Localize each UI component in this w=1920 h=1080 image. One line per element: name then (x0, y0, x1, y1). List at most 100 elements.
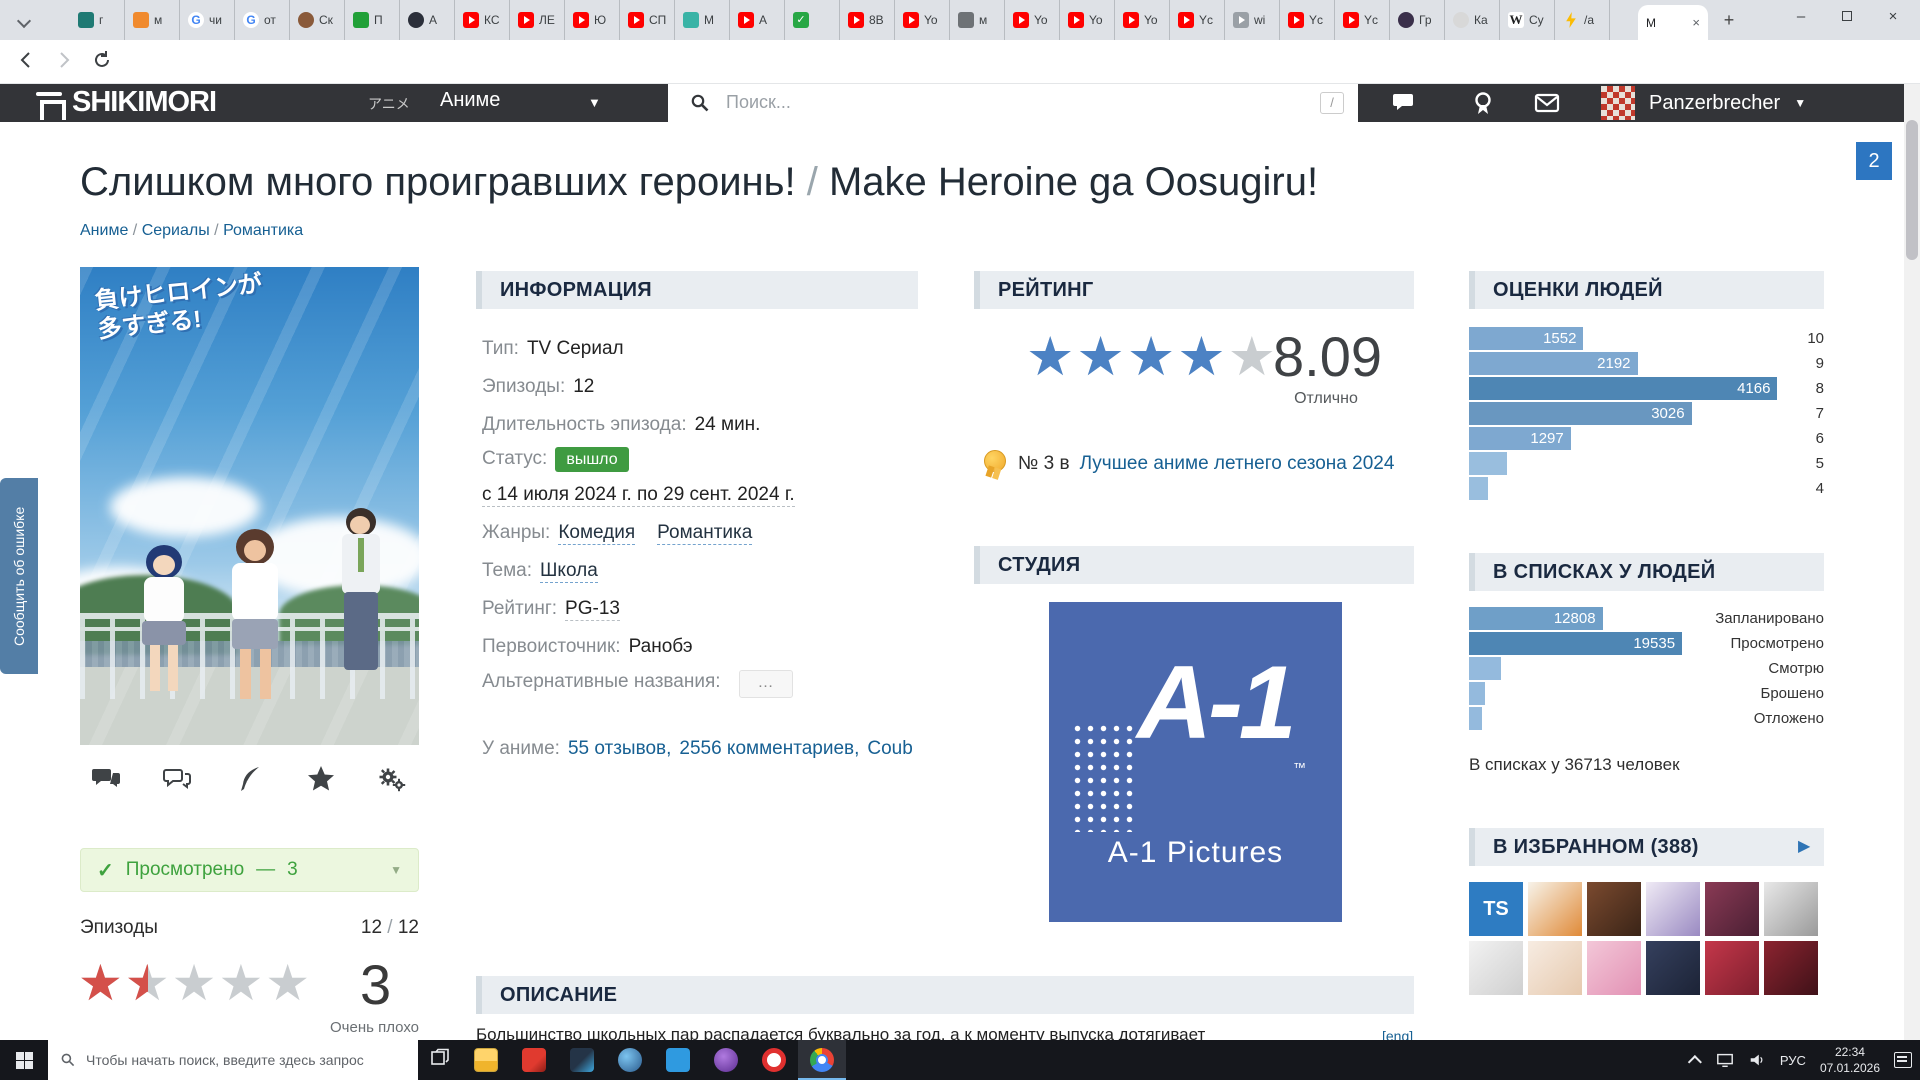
tray-expand-icon[interactable] (1688, 1055, 1702, 1069)
age-rating-value[interactable]: PG-13 (565, 598, 620, 621)
entry-link[interactable]: Coub (867, 738, 912, 759)
scrollbar-thumb[interactable] (1906, 120, 1918, 260)
favorite-user-avatar[interactable] (1587, 882, 1641, 936)
review-quill-icon[interactable] (235, 764, 265, 799)
browser-tab[interactable]: КС (455, 0, 510, 40)
page-scrollbar[interactable] (1904, 84, 1920, 1041)
episodes-current[interactable]: 12 (361, 917, 382, 938)
favorite-user-avatar[interactable] (1528, 882, 1582, 936)
browser-tab[interactable]: м (950, 0, 1005, 40)
tab-search-chevron-icon[interactable] (18, 14, 32, 28)
browser-tab[interactable]: Yo (1005, 0, 1060, 40)
taskbar-search-input[interactable]: Чтобы начать поиск, введите здесь запрос (48, 1040, 418, 1080)
display-icon[interactable] (1716, 1051, 1734, 1069)
start-button[interactable] (0, 1040, 48, 1080)
browser-tab[interactable]: Ка (1445, 0, 1500, 40)
new-tab-button[interactable]: + (1716, 8, 1742, 34)
browser-tab[interactable]: WСу (1500, 0, 1555, 40)
taskbar-app-red[interactable] (510, 1040, 558, 1080)
discussion-outline-icon[interactable] (163, 764, 193, 799)
browser-tab[interactable]: А (730, 0, 785, 40)
browser-tab[interactable]: М (675, 0, 730, 40)
taskbar-app-dark[interactable] (558, 1040, 606, 1080)
taskbar-app-round[interactable] (606, 1040, 654, 1080)
breadcrumb-link[interactable]: Романтика (223, 222, 303, 239)
browser-tab[interactable]: А (400, 0, 455, 40)
site-search-input[interactable]: Поиск... / (668, 84, 1358, 122)
list-status-button[interactable]: ✓ Просмотрено — 3 ▼ (80, 848, 419, 892)
breadcrumb-link[interactable]: Аниме (80, 222, 128, 239)
taskbar-app-chrome-active[interactable] (798, 1040, 846, 1080)
browser-tab[interactable]: Gот (235, 0, 290, 40)
entry-link[interactable]: 55 отзывов, (568, 738, 671, 759)
language-indicator[interactable]: РУС (1780, 1053, 1806, 1068)
browser-tab[interactable]: 8В (840, 0, 895, 40)
browser-tab[interactable]: /а (1555, 0, 1610, 40)
favorite-user-avatar[interactable] (1528, 941, 1582, 995)
browser-tab[interactable]: Yc (1170, 0, 1225, 40)
window-restore-button[interactable] (1824, 0, 1870, 36)
user-rating-stars[interactable]: ★★★★★ ★★★★★ (78, 958, 312, 1008)
browser-tab[interactable]: Ск (290, 0, 345, 40)
taskbar-app-purple[interactable] (702, 1040, 750, 1080)
favorite-user-avatar[interactable] (1646, 941, 1700, 995)
theme-link[interactable]: Школа (540, 560, 598, 583)
taskbar-app-explorer[interactable] (462, 1040, 510, 1080)
browser-tab[interactable]: Гр (1390, 0, 1445, 40)
tab-close-icon[interactable]: × (1692, 15, 1700, 30)
favorite-star-icon[interactable] (306, 764, 336, 799)
browser-tab[interactable]: Gчи (180, 0, 235, 40)
report-error-button[interactable]: Сообщить об ошибке (0, 478, 38, 674)
window-close-button[interactable]: × (1870, 0, 1916, 36)
browser-tab[interactable]: wi (1225, 0, 1280, 40)
browser-tab[interactable]: Yc (1335, 0, 1390, 40)
favorite-user-avatar[interactable] (1764, 941, 1818, 995)
studio-logo[interactable]: A-1 ™ A-1 Pictures (1049, 602, 1342, 922)
nav-anime-menu[interactable]: Аниме (440, 89, 500, 112)
browser-tab[interactable]: Yo (1115, 0, 1170, 40)
browser-tab[interactable]: СП (620, 0, 675, 40)
favorite-user-avatar[interactable]: TS (1469, 882, 1523, 936)
favorite-user-avatar[interactable] (1705, 941, 1759, 995)
browser-tab[interactable]: П (345, 0, 400, 40)
browser-tab[interactable]: Yc (1280, 0, 1335, 40)
browser-tab[interactable]: ЛЕ (510, 0, 565, 40)
site-logo[interactable]: SHIKIMORI (34, 86, 216, 119)
mail-icon[interactable] (1534, 90, 1560, 116)
taskbar-app-vscode[interactable] (654, 1040, 702, 1080)
browser-tab[interactable]: Yo (895, 0, 950, 40)
browser-tab[interactable]: Yo (1060, 0, 1115, 40)
comments-icon[interactable] (1392, 90, 1418, 116)
task-view-button[interactable] (418, 1048, 462, 1073)
taskbar-app-opera[interactable] (750, 1040, 798, 1080)
favorite-user-avatar[interactable] (1705, 882, 1759, 936)
browser-tab[interactable]: Ю (565, 0, 620, 40)
browser-tab[interactable]: ✓ (785, 0, 840, 40)
back-button[interactable] (12, 48, 40, 76)
favorite-user-avatar[interactable] (1646, 882, 1700, 936)
forward-button[interactable] (50, 48, 78, 76)
genre-link[interactable]: Романтика (657, 522, 752, 545)
alt-names-expand-button[interactable]: … (739, 670, 793, 698)
settings-gears-icon[interactable] (377, 764, 407, 799)
active-tab[interactable]: М × (1638, 5, 1708, 40)
season-top-link[interactable]: Лучшее аниме летнего сезона 2024 (1080, 453, 1395, 475)
action-center-icon[interactable] (1894, 1052, 1912, 1068)
achievements-icon[interactable] (1470, 90, 1496, 116)
anime-poster[interactable]: 負けヒロインが 多すぎる! (80, 267, 419, 745)
favorite-user-avatar[interactable] (1587, 941, 1641, 995)
info-row-dates[interactable]: с 14 июля 2024 г. по 29 сент. 2024 г. (482, 484, 795, 506)
entry-link[interactable]: 2556 комментариев, (679, 738, 859, 759)
breadcrumb-link[interactable]: Сериалы (142, 222, 210, 239)
volume-icon[interactable] (1748, 1051, 1766, 1069)
browser-tab[interactable]: м (125, 0, 180, 40)
window-minimize-button[interactable]: – (1778, 0, 1824, 36)
favorite-user-avatar[interactable] (1469, 941, 1523, 995)
favorites-arrow-icon[interactable]: ▶ (1798, 828, 1810, 866)
favorite-user-avatar[interactable] (1764, 882, 1818, 936)
reload-button[interactable] (88, 48, 116, 76)
unread-counter-badge[interactable]: 2 (1856, 142, 1892, 180)
chevron-down-icon[interactable]: ▼ (588, 95, 601, 110)
genre-link[interactable]: Комедия (558, 522, 635, 545)
taskbar-clock[interactable]: 22:3407.01.2026 (1820, 1044, 1880, 1076)
